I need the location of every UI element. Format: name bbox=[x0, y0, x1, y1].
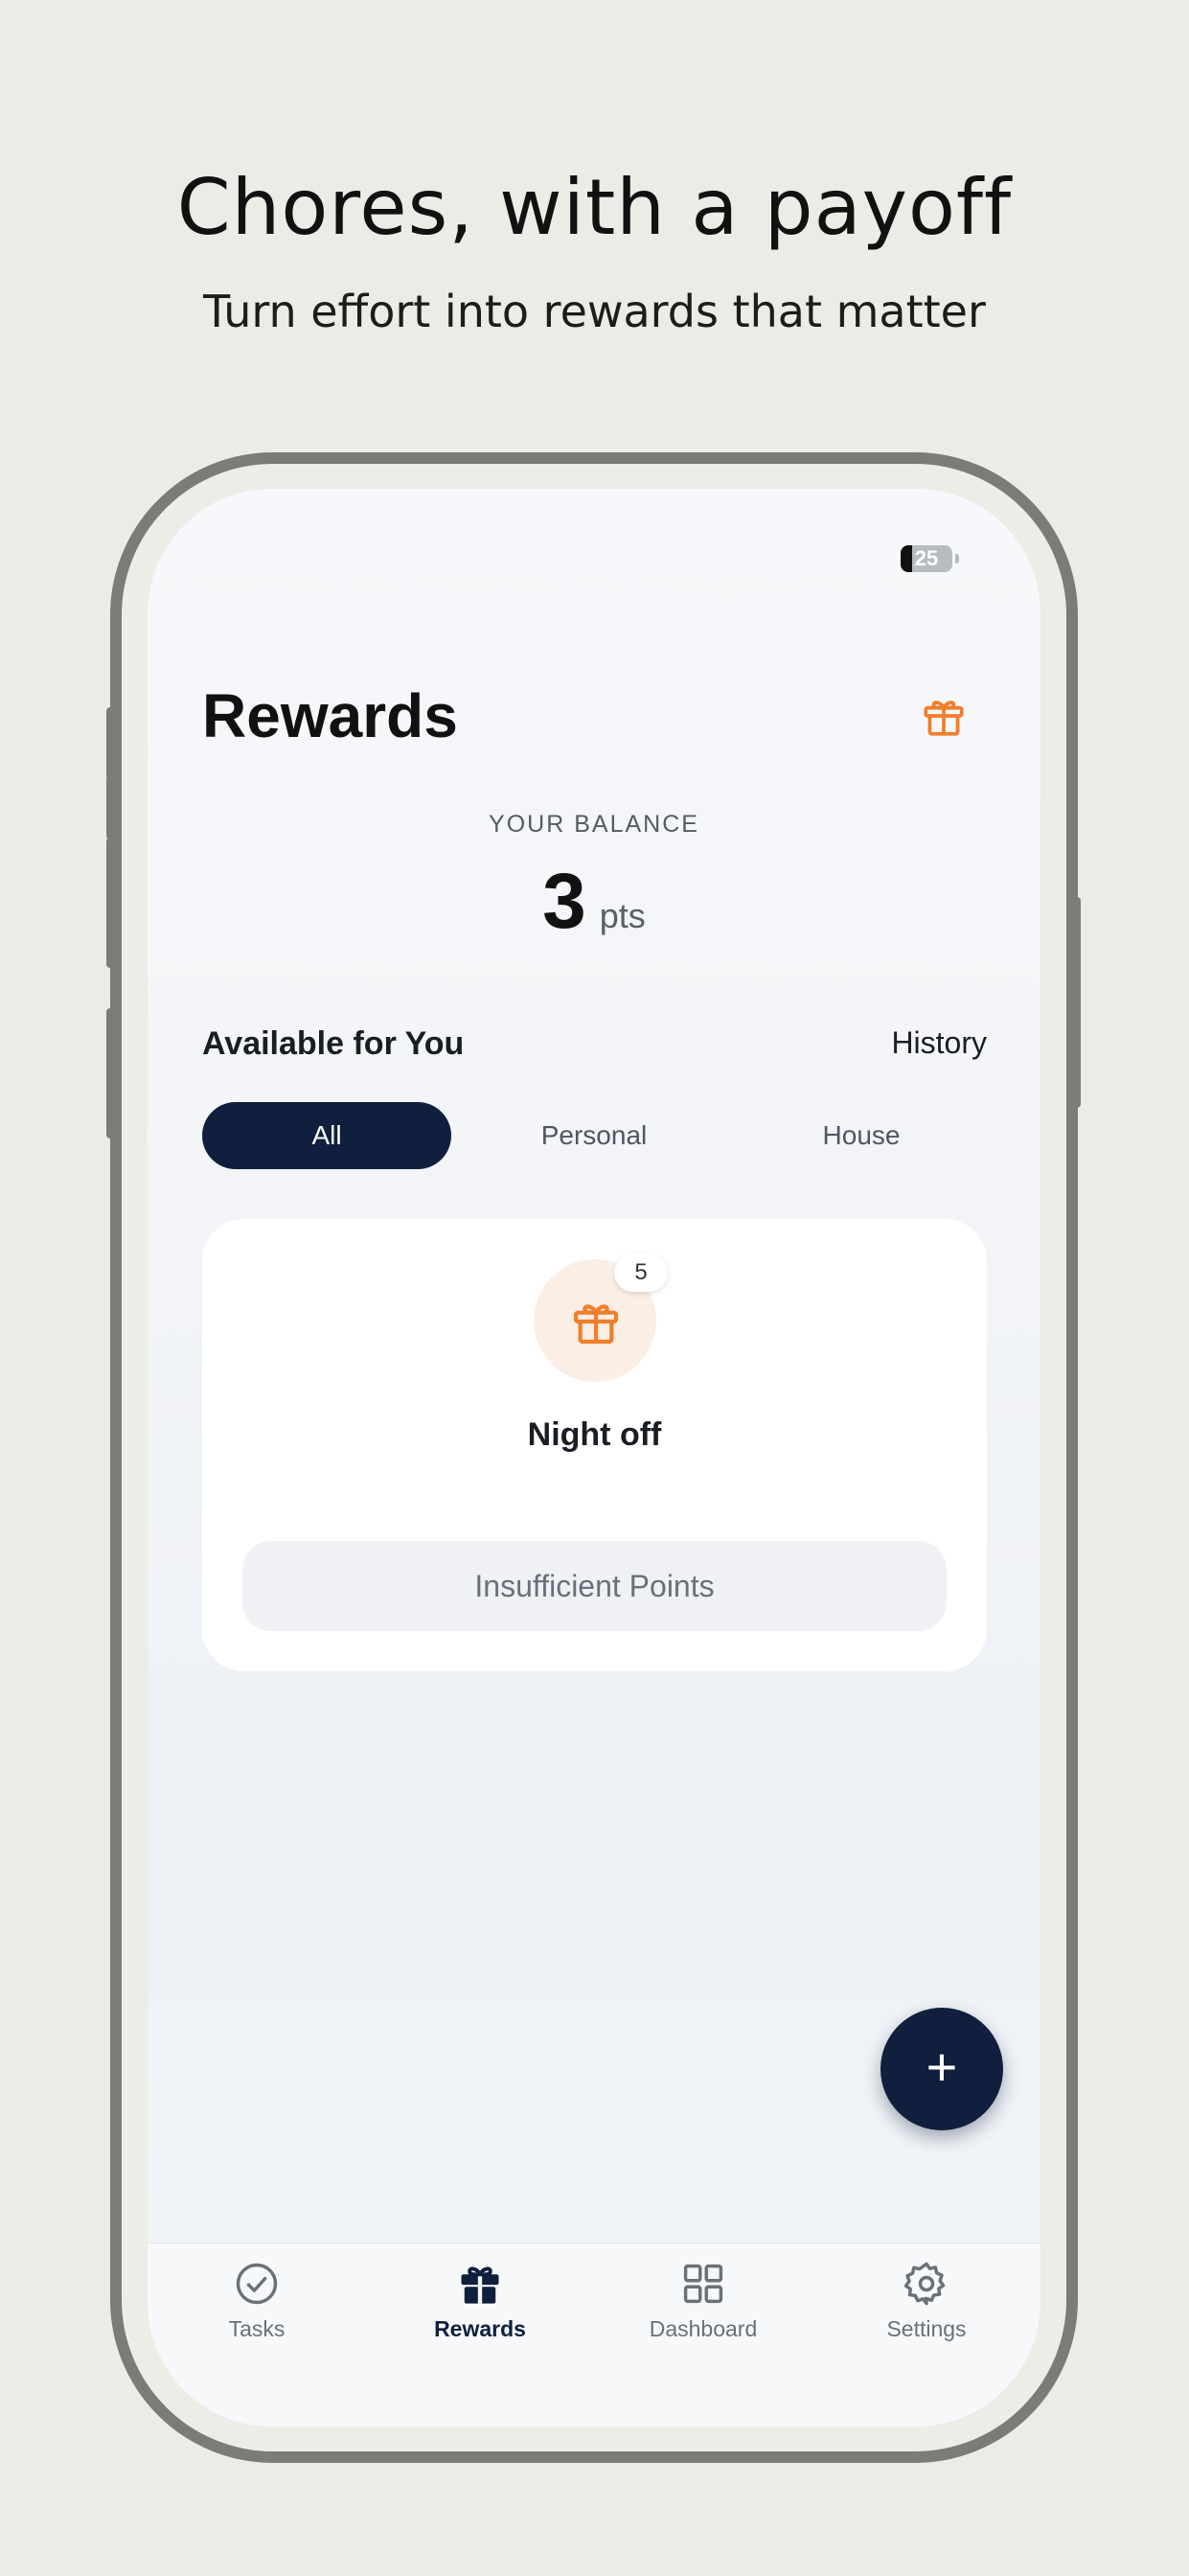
tab-house[interactable]: House bbox=[737, 1102, 986, 1169]
nav-rewards-label: Rewards bbox=[434, 2316, 526, 2341]
balance-label: YOUR BALANCE bbox=[489, 811, 699, 838]
insufficient-points-button[interactable]: Insufficient Points bbox=[242, 1541, 947, 1631]
balance-value: 3 bbox=[542, 858, 586, 945]
reward-name: Night off bbox=[527, 1416, 662, 1453]
balance-display: 3 pts bbox=[148, 857, 1040, 947]
app-screen: 25 Rewards YOUR BALANCE 3 pts Available f… bbox=[148, 489, 1040, 2426]
promo-headline: Chores, with a payoff bbox=[176, 163, 1013, 252]
nav-dashboard-label: Dashboard bbox=[649, 2316, 758, 2341]
nav-tasks-label: Tasks bbox=[228, 2316, 286, 2341]
gift-icon[interactable] bbox=[920, 692, 968, 740]
phone-side-button bbox=[106, 1008, 114, 1138]
promo-subheadline: Turn effort into rewards that matter bbox=[203, 286, 986, 337]
nav-rewards[interactable]: Rewards bbox=[403, 2259, 557, 2342]
gift-icon bbox=[573, 1304, 619, 1345]
grid-icon bbox=[683, 2264, 723, 2304]
add-reward-button[interactable]: + bbox=[880, 2008, 1003, 2130]
phone-side-button bbox=[106, 707, 114, 780]
phone-side-button bbox=[1073, 897, 1081, 1108]
phone-side-button bbox=[106, 776, 114, 840]
gear-icon bbox=[903, 2262, 946, 2306]
gift-icon bbox=[461, 2266, 499, 2304]
battery-indicator: 25 bbox=[901, 545, 952, 572]
reward-cost-badge: 5 bbox=[614, 1254, 668, 1292]
nav-tasks[interactable]: Tasks bbox=[180, 2259, 333, 2342]
section-title: Available for You bbox=[202, 1025, 465, 1062]
page-title: Rewards bbox=[202, 681, 458, 750]
check-circle-icon bbox=[236, 2263, 278, 2305]
bottom-tab-bar: Tasks Rewards Dashboard Settings bbox=[148, 2242, 1040, 2426]
battery-tip bbox=[955, 554, 959, 564]
phone-side-button bbox=[106, 838, 114, 968]
nav-settings-label: Settings bbox=[886, 2316, 967, 2341]
balance-unit: pts bbox=[599, 896, 646, 935]
tab-personal[interactable]: Personal bbox=[469, 1102, 719, 1169]
nav-dashboard[interactable]: Dashboard bbox=[627, 2259, 780, 2342]
filter-tabs: All Personal House bbox=[202, 1102, 988, 1169]
history-link[interactable]: History bbox=[891, 1025, 987, 1061]
tab-all[interactable]: All bbox=[202, 1102, 451, 1169]
reward-card[interactable]: 5 Night off Insufficient Points bbox=[202, 1219, 987, 1671]
nav-settings[interactable]: Settings bbox=[850, 2259, 1003, 2342]
